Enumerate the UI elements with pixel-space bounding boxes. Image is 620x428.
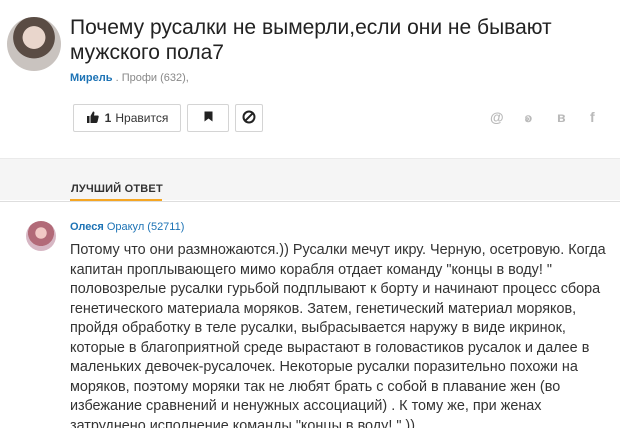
report-button[interactable]: [235, 104, 263, 132]
like-button[interactable]: 1 Нравится: [73, 104, 181, 132]
answer-text: Потому что они размножаются.)) Русалки м…: [70, 242, 606, 428]
like-label: Нравится: [115, 111, 169, 125]
question-meta: Мирель . Профи (632),: [70, 72, 189, 84]
question-author-link[interactable]: Мирель: [70, 72, 113, 84]
answer-meta: Олеся Оракул (52711): [70, 221, 184, 233]
answer-author-rank: Оракул (52711): [106, 221, 185, 233]
answer-author-link[interactable]: Олеся: [70, 221, 104, 233]
block-icon: [242, 110, 256, 127]
question-title: Почему русалки не вымерли,если они не бы…: [70, 16, 552, 64]
answer-author-avatar[interactable]: [26, 221, 56, 251]
bookmark-icon: [204, 111, 213, 125]
odnoklassniki-share-icon[interactable]: ꭷ: [525, 109, 532, 126]
question-author-avatar[interactable]: [7, 17, 61, 71]
tab-best-answer[interactable]: ЛУЧШИЙ ОТВЕТ: [71, 183, 163, 195]
question-author-rank: . Профи (632),: [115, 72, 189, 84]
facebook-share-icon[interactable]: f: [590, 109, 595, 125]
vk-share-icon[interactable]: в: [557, 109, 566, 125]
email-share-icon[interactable]: @: [490, 109, 504, 125]
thumbs-up-icon: [86, 111, 99, 126]
like-count: 1: [104, 111, 112, 125]
bookmark-button[interactable]: [187, 104, 229, 132]
section-divider: [0, 201, 620, 202]
